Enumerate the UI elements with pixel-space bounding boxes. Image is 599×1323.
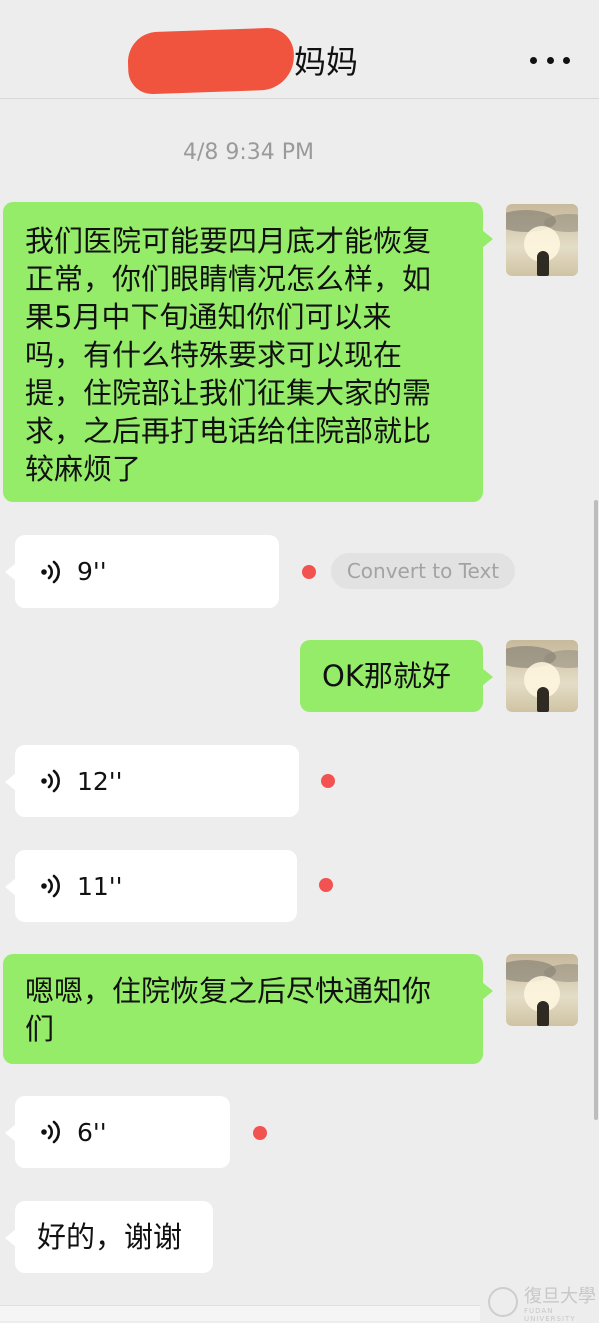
voice-duration: 11'' [77,871,123,901]
voice-wave-icon [41,1120,60,1144]
voice-duration: 6'' [77,1117,107,1147]
scrollbar[interactable] [594,500,598,1120]
convert-to-text-button[interactable]: Convert to Text [331,553,515,589]
contact-name[interactable]: 妈妈 [294,42,358,82]
outgoing-message-bubble[interactable]: 我们医院可能要四月底才能恢复 正常，你们眼睛情况怎么样，如 果5月中下旬通知你们… [3,202,493,502]
voice-duration: 9'' [77,557,107,586]
message-timestamp: 4/8 9:34 PM [182,140,315,165]
message-text: 嗯嗯，住院恢复之后尽快通知你 们 [25,974,432,1046]
voice-wave-icon [41,874,60,898]
watermark-subtext: FUDAN UNIVERSITY [524,1307,576,1323]
incoming-voice-message[interactable]: 11'' [5,850,297,922]
unread-dot [253,1126,267,1140]
avatar[interactable] [506,954,578,1026]
avatar[interactable] [506,640,578,712]
voice-wave-icon [41,560,60,583]
redacted-name-mark [126,27,296,95]
message-text: 我们医院可能要四月底才能恢复 正常，你们眼睛情况怎么样，如 果5月中下旬通知你们… [25,224,432,486]
unread-dot [302,565,316,579]
unread-dot [321,774,335,788]
voice-wave-icon [41,769,60,793]
incoming-voice-message[interactable]: 9'' [5,535,279,608]
voice-duration: 12'' [77,766,123,796]
seal-icon [488,1287,518,1317]
outgoing-message-bubble[interactable]: 嗯嗯，住院恢复之后尽快通知你 们 [3,954,493,1064]
university-watermark: 復旦大學 FUDAN UNIVERSITY [488,1285,596,1323]
message-text: OK那就好 [322,659,451,693]
incoming-voice-message[interactable]: 12'' [5,745,299,817]
incoming-message-bubble[interactable]: 好的，谢谢 [5,1201,213,1273]
avatar[interactable] [506,204,578,276]
watermark-text: 復旦大學 [524,1286,596,1307]
more-icon[interactable] [530,42,570,78]
unread-dot [319,878,333,892]
incoming-voice-message[interactable]: 6'' [5,1096,230,1168]
message-text: 好的，谢谢 [37,1220,183,1254]
outgoing-message-bubble[interactable]: OK那就好 [300,640,493,712]
chat-header: 妈妈 [0,0,599,99]
input-bar-edge [0,1305,480,1321]
